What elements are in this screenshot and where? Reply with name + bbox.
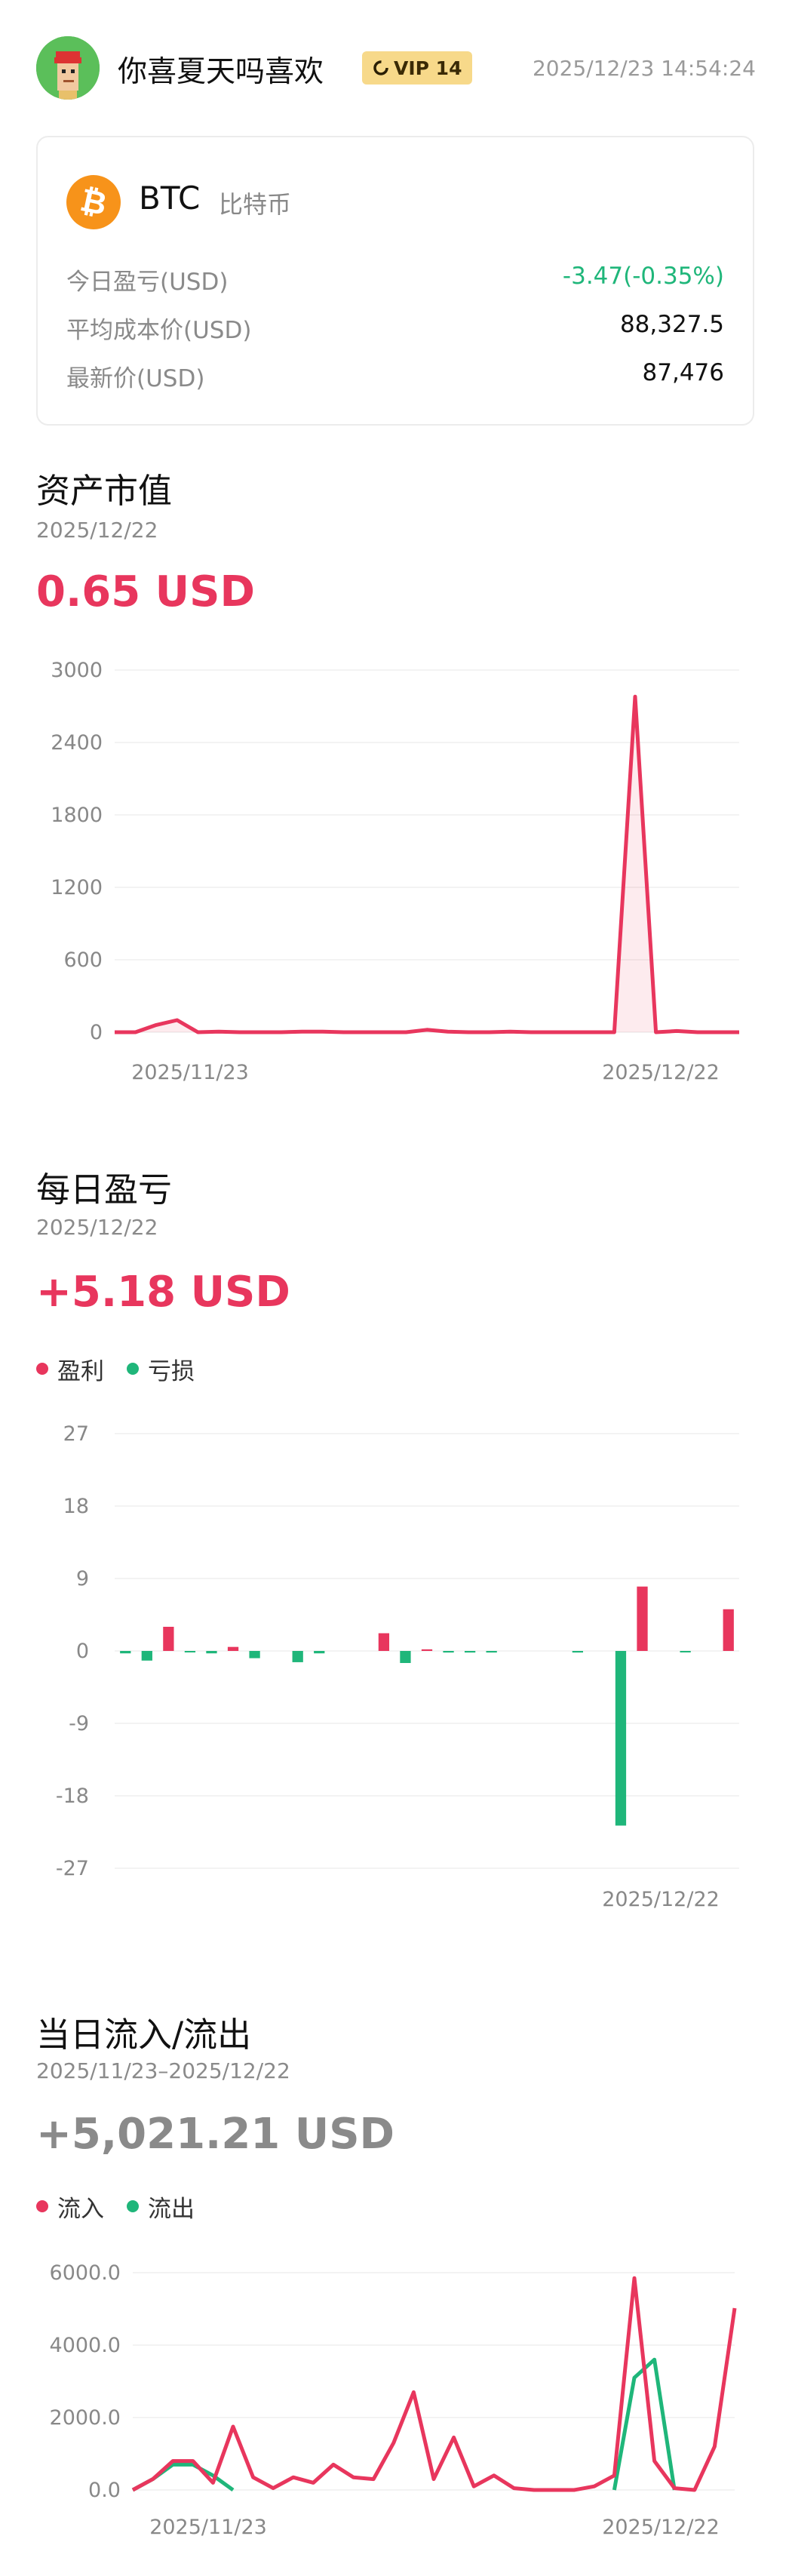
legend-profit-label: 盈利 [57, 1357, 104, 1385]
y-tick-label: 2000.0 [50, 2406, 121, 2430]
avg-cost-label: 平均成本价(USD) [66, 317, 252, 344]
x-tick-label: 2025/11/23 [149, 2516, 267, 2539]
flow-chart[interactable]: 6000.0 4000.0 2000.0 0.0 2025/11/23 2025/12/2… [0, 2249, 792, 2565]
y-tick-label: 6000.0 [50, 2261, 121, 2285]
y-tick-label: 3000 [51, 659, 103, 682]
today-pnl-value: -3.47(-0.35%) [562, 263, 724, 290]
profit-bar [163, 1627, 174, 1651]
vip-ring-icon [373, 60, 388, 75]
vip-label: VIP 14 [394, 57, 462, 79]
profit-bar [378, 1633, 390, 1651]
y-tick-label: 18 [63, 1495, 89, 1518]
loss-bar [400, 1651, 411, 1663]
legend-profit[interactable]: 盈利 [36, 1352, 104, 1386]
svg-text:₿: ₿ [77, 181, 110, 223]
loss-dot-icon [127, 1363, 139, 1375]
market-value-chart[interactable]: 3000 2400 1800 1200 600 0 2025/11/23 2025/12/22 [0, 634, 792, 1102]
vip-badge[interactable]: VIP 14 [362, 51, 473, 85]
y-tick-label: 0.0 [88, 2479, 121, 2502]
legend-outflow-label: 流出 [148, 2195, 195, 2223]
profit-bar [227, 1646, 239, 1651]
loss-bar [141, 1651, 152, 1661]
profit-bar [723, 1609, 734, 1651]
asset-card[interactable]: ₿ BTC 比特币 今日盈亏(USD) -3.47(-0.35%) 平均成本价(… [36, 136, 754, 426]
y-tick-label: 0 [76, 1640, 89, 1663]
loss-bar [680, 1651, 691, 1652]
y-tick-label: 4000.0 [50, 2334, 121, 2357]
market-value-date: 2025/12/22 [36, 518, 158, 543]
market-value-title: 资产市值 [36, 471, 173, 511]
avg-cost-value: 88,327.5 [619, 311, 724, 338]
profit-dot-icon [36, 1363, 48, 1375]
y-tick-label: -27 [56, 1857, 89, 1880]
pixel-avatar-icon[interactable] [36, 36, 100, 100]
loss-bar [615, 1651, 627, 1826]
flow-legend: 流入 流出 [36, 2190, 195, 2224]
flow-amount: +5,021.21 USD [36, 2110, 395, 2159]
y-tick-label: 2400 [51, 731, 103, 755]
x-tick-label: 2025/12/22 [602, 1061, 720, 1084]
daily-pnl-amount: +5.18 USD [36, 1268, 290, 1317]
daily-pnl-chart[interactable]: 27 18 9 0 -9 -18 -27 2025/12/22 [0, 1411, 792, 1924]
loss-bar [292, 1651, 303, 1662]
profit-bar [637, 1586, 648, 1651]
loss-bar [120, 1651, 131, 1654]
y-tick-label: 9 [76, 1567, 89, 1591]
y-tick-label: 600 [63, 948, 103, 972]
loss-bar [464, 1651, 476, 1653]
daily-pnl-legend: 盈利 亏损 [36, 1352, 195, 1386]
legend-outflow[interactable]: 流出 [127, 2190, 195, 2224]
y-tick-label: 1800 [51, 804, 103, 827]
bitcoin-icon: ₿ [66, 175, 121, 229]
loss-bar [184, 1651, 196, 1652]
loss-bar [314, 1651, 325, 1654]
loss-bar [443, 1651, 454, 1653]
legend-inflow[interactable]: 流入 [36, 2190, 104, 2224]
loss-bar [486, 1651, 497, 1653]
x-tick-label: 2025/12/22 [602, 1888, 720, 1911]
x-tick-label: 2025/11/23 [131, 1061, 249, 1084]
header: 你喜夏天吗喜欢 VIP 14 2025/12/23 14:54:24 [36, 36, 756, 100]
legend-inflow-label: 流入 [57, 2195, 104, 2223]
market-value-amount: 0.65 USD [36, 567, 255, 616]
loss-bar [572, 1651, 583, 1653]
y-tick-label: -18 [56, 1784, 89, 1808]
inflow-dot-icon [36, 2200, 48, 2212]
y-tick-label: 0 [90, 1021, 103, 1044]
daily-pnl-date: 2025/12/22 [36, 1215, 158, 1240]
legend-loss-label: 亏损 [148, 1357, 195, 1385]
legend-loss[interactable]: 亏损 [127, 1352, 195, 1386]
x-tick-label: 2025/12/22 [602, 2516, 720, 2539]
flow-date-range: 2025/11/23–2025/12/22 [36, 2058, 290, 2083]
inflow-line [131, 2276, 737, 2492]
loss-bar [249, 1651, 260, 1658]
profit-bar [421, 1649, 433, 1651]
y-tick-label: 27 [63, 1422, 89, 1446]
coin-symbol: BTC [139, 180, 201, 217]
y-tick-label: 1200 [51, 876, 103, 899]
loss-bar [206, 1651, 217, 1654]
today-pnl-label: 今日盈亏(USD) [66, 269, 229, 296]
latest-price-label: 最新价(USD) [66, 365, 205, 392]
y-tick-label: -9 [69, 1712, 89, 1735]
timestamp: 2025/12/23 14:54:24 [532, 56, 756, 81]
latest-price-value: 87,476 [642, 359, 724, 386]
coin-name: 比特币 [219, 190, 292, 219]
daily-pnl-title: 每日盈亏 [36, 1170, 173, 1210]
outflow-dot-icon [127, 2200, 139, 2212]
flow-title: 当日流入/流出 [36, 2015, 252, 2055]
username[interactable]: 你喜夏天吗喜欢 [118, 48, 324, 91]
